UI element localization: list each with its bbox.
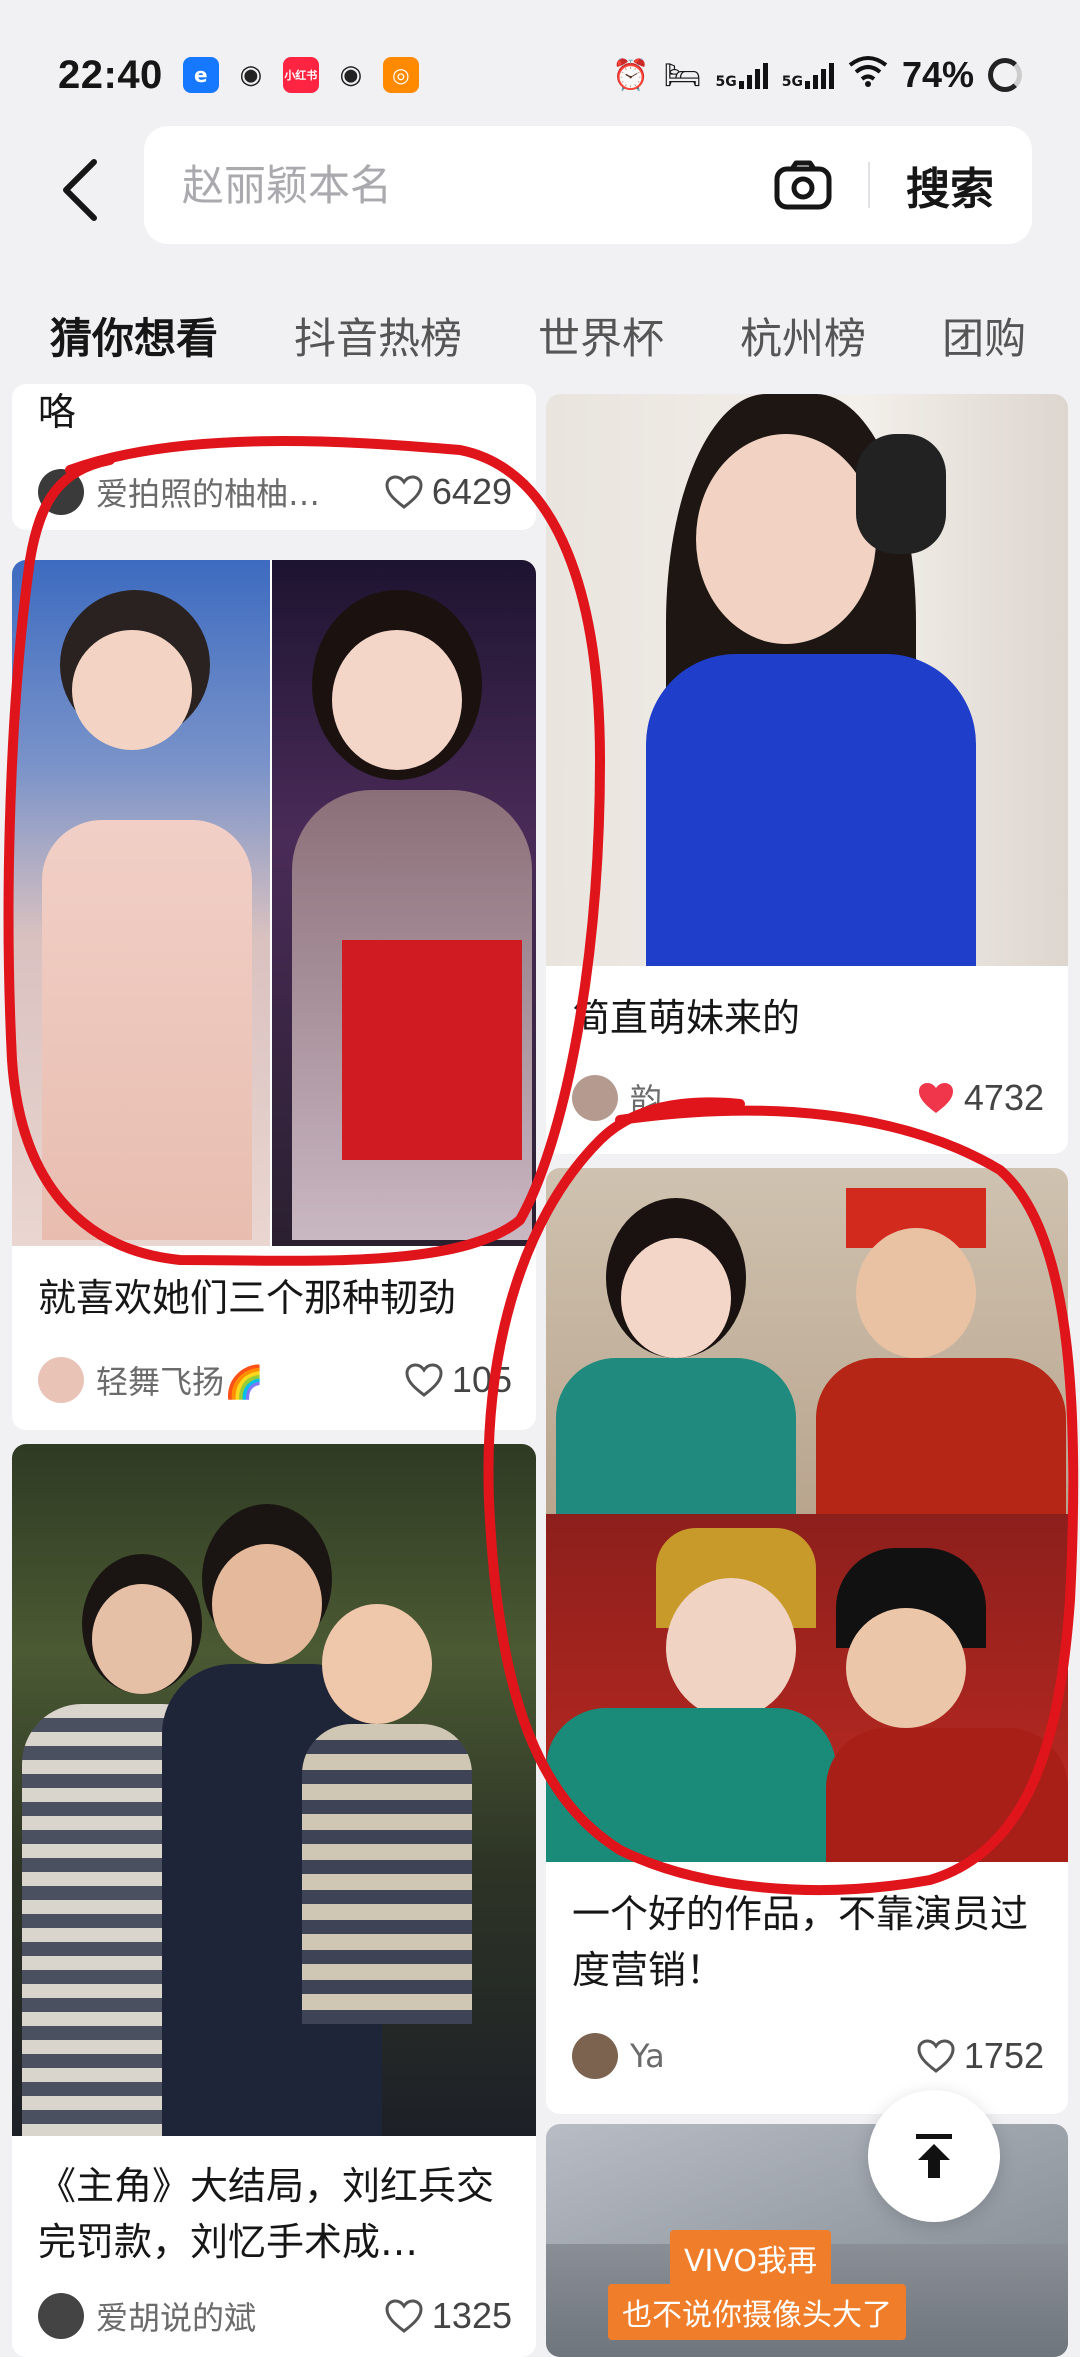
search-button[interactable]: 搜索 [906, 153, 994, 217]
card-meta: 爱胡说的斌 1325 [38, 2288, 512, 2344]
author-name[interactable]: 爱拍照的柚柚… [96, 469, 320, 515]
author-name[interactable]: 轻舞飞扬🌈 [96, 1357, 264, 1403]
browser-app-icon: e [182, 57, 219, 93]
card-title: 一个好的作品，不靠演员过度营销！ [572, 1892, 1029, 1992]
arrow-up-to-top-icon [916, 2134, 952, 2178]
search-divider [868, 162, 870, 208]
card-title: 简直萌妹来的 [572, 996, 801, 1040]
feed-card[interactable]: 《主角》大结局，刘红兵交完罚款，刘忆手术成… 爱胡说的斌 1325 [12, 1444, 536, 2357]
card-image[interactable] [546, 1168, 1068, 1862]
author-name[interactable]: Ya [630, 2037, 665, 2075]
like-count[interactable]: 105 [404, 1359, 512, 1401]
avatar[interactable] [38, 1357, 84, 1403]
feed-card[interactable]: 就喜欢她们三个那种韧劲 轻舞飞扬🌈 105 [12, 560, 536, 1430]
signal-icon-2: 5G [782, 61, 834, 89]
card-title: 就喜欢她们三个那种韧劲 [38, 1276, 457, 1320]
card-meta: 轻舞飞扬🌈 105 [38, 1352, 512, 1408]
battery-level: 74% [901, 54, 974, 95]
feed-card[interactable]: 咯 爱拍照的柚柚… 6429 [12, 384, 536, 530]
heart-filled-icon [918, 1083, 953, 1113]
image-caption: 也不说你摄像头大了 [608, 2284, 906, 2340]
weibo-icon: ◉ [239, 60, 263, 90]
tab-world-cup[interactable]: 世界杯 [538, 305, 664, 366]
card-title: 《主角》大结局，刘红兵交完罚款，刘忆手术成… [38, 2164, 495, 2264]
card-meta: 爱拍照的柚柚… 6429 [38, 464, 512, 520]
avatar[interactable] [38, 469, 84, 515]
card-title: 咯 [38, 390, 77, 434]
taobao-app-icon: ◎ [382, 57, 419, 93]
avatar[interactable] [38, 2293, 84, 2339]
heart-icon [385, 2299, 423, 2333]
image-caption: VIVO我再 [670, 2230, 831, 2286]
author-name[interactable]: 爱胡说的斌 [96, 2293, 256, 2339]
back-button[interactable] [50, 150, 110, 230]
heart-icon [385, 475, 423, 509]
xiaohongshu-icon: 小红书 [282, 57, 319, 93]
system-status: ⏰ 🛏 5G 5G 74% [612, 54, 1022, 96]
search-input[interactable] [182, 160, 768, 210]
tab-douyin-hot[interactable]: 抖音热榜 [294, 305, 462, 366]
tab-group-buy[interactable]: 团购 [942, 305, 1026, 366]
tab-hangzhou[interactable]: 杭州榜 [740, 305, 866, 366]
avatar[interactable] [572, 1075, 618, 1121]
author-name[interactable]: 韵 [630, 1075, 662, 1121]
card-image[interactable] [546, 394, 1068, 966]
category-tabs: 猜你想看 抖音热榜 世界杯 杭州榜 团购 [0, 290, 1080, 380]
weibo-icon-2: ◉ [339, 60, 363, 90]
loading-ring-icon [988, 58, 1022, 92]
heart-icon [405, 1363, 443, 1397]
wifi-icon [848, 55, 888, 95]
like-count[interactable]: 6429 [384, 471, 512, 513]
card-image[interactable] [12, 1444, 536, 2136]
search-bar[interactable]: 搜索 [144, 126, 1032, 244]
back-to-top-button[interactable] [868, 2090, 1000, 2222]
like-count[interactable]: 4732 [916, 1077, 1044, 1119]
heart-icon [917, 2039, 955, 2073]
chevron-left-icon [63, 159, 97, 221]
alarm-icon: ⏰ [612, 57, 650, 93]
tab-recommended[interactable]: 猜你想看 [50, 305, 218, 366]
card-image[interactable] [12, 560, 536, 1246]
card-meta: 韵 4732 [572, 1070, 1044, 1126]
feed-card[interactable]: 一个好的作品，不靠演员过度营销！ Ya 1752 [546, 1168, 1068, 2114]
signal-icon: 5G [715, 61, 768, 89]
card-meta: Ya 1752 [572, 2028, 1044, 2084]
bed-icon: 🛏 [663, 57, 702, 93]
like-count[interactable]: 1752 [916, 2035, 1044, 2077]
clock: 22:40 [58, 52, 163, 97]
avatar[interactable] [572, 2033, 618, 2079]
camera-search-icon[interactable] [768, 150, 838, 220]
notification-icons: e ◉ 小红书 ◉ ◎ [182, 57, 419, 93]
feed-card[interactable]: 简直萌妹来的 韵 4732 [546, 394, 1068, 1154]
like-count[interactable]: 1325 [384, 2295, 512, 2337]
